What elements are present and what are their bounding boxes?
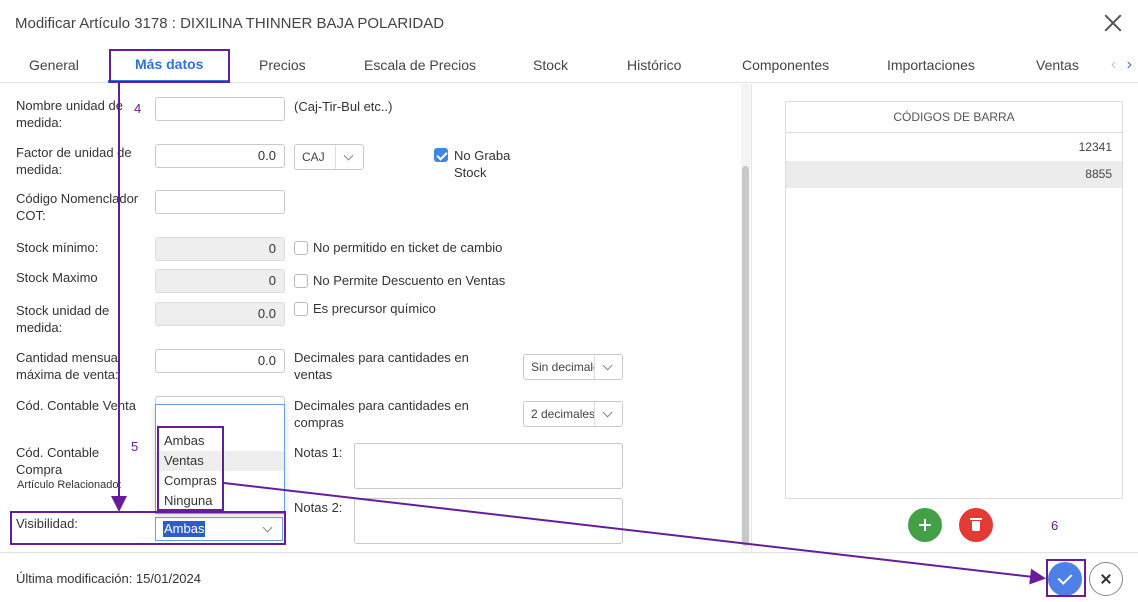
delete-barcode-button[interactable] bbox=[959, 508, 993, 542]
cantidad-mensual-label: Cantidad mensual máxima de venta: bbox=[16, 350, 121, 382]
stock-minimo-label: Stock mínimo: bbox=[16, 240, 99, 255]
factor-unidad-label: Factor de unidad de medida: bbox=[16, 145, 132, 177]
precursor-label: Es precursor químico bbox=[313, 301, 436, 316]
precursor-checkbox[interactable] bbox=[294, 302, 308, 316]
table-row[interactable]: 8855 bbox=[786, 161, 1122, 188]
add-barcode-button[interactable] bbox=[908, 508, 942, 542]
step-4-label: 4 bbox=[134, 101, 142, 116]
chevron-down-icon bbox=[594, 355, 622, 379]
codigo-nomenclador-label: Código Nomenclador COT: bbox=[16, 191, 139, 223]
decimales-ventas-label: Decimales para cantidades en ventas bbox=[294, 350, 469, 382]
decimales-compras-select[interactable]: 2 decimales bbox=[523, 401, 623, 427]
decimales-ventas-select[interactable]: Sin decimales bbox=[523, 354, 623, 380]
close-icon[interactable] bbox=[1102, 12, 1124, 34]
footer: Última modificación: 15/01/2024 bbox=[0, 552, 1138, 602]
no-graba-stock-label: No Graba Stock bbox=[454, 148, 511, 180]
no-graba-stock-checkbox[interactable] bbox=[434, 148, 448, 162]
tab-bar: General Más datos Precios Escala de Prec… bbox=[0, 48, 1138, 83]
nombre-unidad-hint: (Caj-Tir-Bul etc..) bbox=[294, 99, 393, 114]
tab-componentes[interactable]: Componentes bbox=[742, 57, 829, 73]
visibilidad-dropdown: Ambas Ventas Compras Ninguna bbox=[155, 404, 285, 514]
form-scrollbar[interactable] bbox=[741, 84, 750, 552]
active-tab-indicator bbox=[108, 80, 230, 83]
no-permitido-ticket-checkbox[interactable] bbox=[294, 241, 308, 255]
table-row[interactable]: 12341 bbox=[786, 134, 1122, 161]
chevron-down-icon bbox=[335, 145, 363, 169]
cod-contable-compra-label: Cód. Contable Compra bbox=[16, 445, 100, 477]
option-compras[interactable]: Compras bbox=[156, 471, 284, 491]
tab-scroll-arrows: ‹ › bbox=[1111, 56, 1132, 74]
chevron-down-icon bbox=[594, 402, 622, 426]
visibilidad-select-value: Ambas bbox=[163, 521, 206, 537]
visibilidad-select[interactable]: Ambas bbox=[155, 517, 283, 541]
notas2-label: Notas 2: bbox=[294, 500, 343, 515]
decimales-compras-label: Decimales para cantidades en compras bbox=[294, 398, 469, 430]
stock-maximo-input: 0 bbox=[155, 269, 285, 293]
visibilidad-label: Visibilidad: bbox=[16, 516, 78, 531]
tab-stock[interactable]: Stock bbox=[533, 57, 568, 73]
notas1-textarea[interactable] bbox=[354, 443, 623, 489]
title-bar: Modificar Artículo 3178 : DIXILINA THINN… bbox=[0, 0, 1138, 48]
stock-unidad-input: 0.0 bbox=[155, 302, 285, 326]
tab-ventas[interactable]: Ventas bbox=[1036, 57, 1079, 73]
no-permite-descuento-checkbox[interactable] bbox=[294, 274, 308, 288]
tab-importaciones[interactable]: Importaciones bbox=[887, 57, 975, 73]
no-permitido-ticket-label: No permitido en ticket de cambio bbox=[313, 240, 503, 255]
tab-historico[interactable]: Histórico bbox=[627, 57, 681, 73]
chevron-left-icon[interactable]: ‹ bbox=[1111, 56, 1116, 73]
notas1-label: Notas 1: bbox=[294, 445, 343, 460]
scroll-thumb[interactable] bbox=[742, 166, 749, 546]
unidad-select[interactable]: CAJ bbox=[294, 144, 364, 170]
stock-unidad-label: Stock unidad de medida: bbox=[16, 303, 110, 335]
modal-window: Modificar Artículo 3178 : DIXILINA THINN… bbox=[0, 0, 1138, 602]
window-title: Modificar Artículo 3178 : DIXILINA THINN… bbox=[15, 15, 445, 32]
cancel-button[interactable] bbox=[1089, 562, 1123, 596]
trash-icon bbox=[970, 518, 982, 531]
step-5-label: 5 bbox=[131, 439, 139, 454]
option-ventas[interactable]: Ventas bbox=[156, 451, 284, 471]
barcode-panel: CÓDIGOS DE BARRA 12341 8855 bbox=[785, 101, 1123, 499]
option-ninguna[interactable]: Ninguna bbox=[156, 491, 284, 511]
cantidad-mensual-input[interactable]: 0.0 bbox=[155, 349, 285, 373]
mas-datos-form: Nombre unidad de medida: (Caj-Tir-Bul et… bbox=[0, 84, 752, 552]
barcode-header: CÓDIGOS DE BARRA bbox=[786, 102, 1122, 133]
last-modified: Última modificación: 15/01/2024 bbox=[16, 571, 201, 586]
codigo-nomenclador-input[interactable] bbox=[155, 190, 285, 214]
chevron-down-icon bbox=[256, 518, 282, 540]
articulo-relacionado-label: Artículo Relacionado: bbox=[17, 479, 122, 491]
confirm-button[interactable] bbox=[1048, 562, 1082, 596]
notas2-textarea[interactable] bbox=[354, 498, 623, 544]
chevron-right-icon[interactable]: › bbox=[1127, 56, 1132, 73]
tab-precios[interactable]: Precios bbox=[259, 57, 306, 73]
cod-contable-venta-label: Cód. Contable Venta bbox=[16, 398, 136, 413]
nombre-unidad-label: Nombre unidad de medida: bbox=[16, 98, 123, 130]
no-permite-descuento-label: No Permite Descuento en Ventas bbox=[313, 273, 506, 288]
tab-mas-datos[interactable]: Más datos bbox=[135, 56, 203, 72]
tab-escala-precios[interactable]: Escala de Precios bbox=[364, 57, 476, 73]
stock-minimo-input: 0 bbox=[155, 237, 285, 261]
step-6-label: 6 bbox=[1051, 518, 1059, 533]
decimales-compras-value: 2 decimales bbox=[531, 407, 596, 421]
stock-maximo-label: Stock Maximo bbox=[16, 270, 98, 285]
option-ambas[interactable]: Ambas bbox=[156, 431, 284, 451]
nombre-unidad-input[interactable] bbox=[155, 97, 285, 121]
tab-general[interactable]: General bbox=[29, 57, 79, 73]
unidad-select-value: CAJ bbox=[302, 150, 325, 164]
factor-unidad-input[interactable]: 0.0 bbox=[155, 144, 285, 168]
